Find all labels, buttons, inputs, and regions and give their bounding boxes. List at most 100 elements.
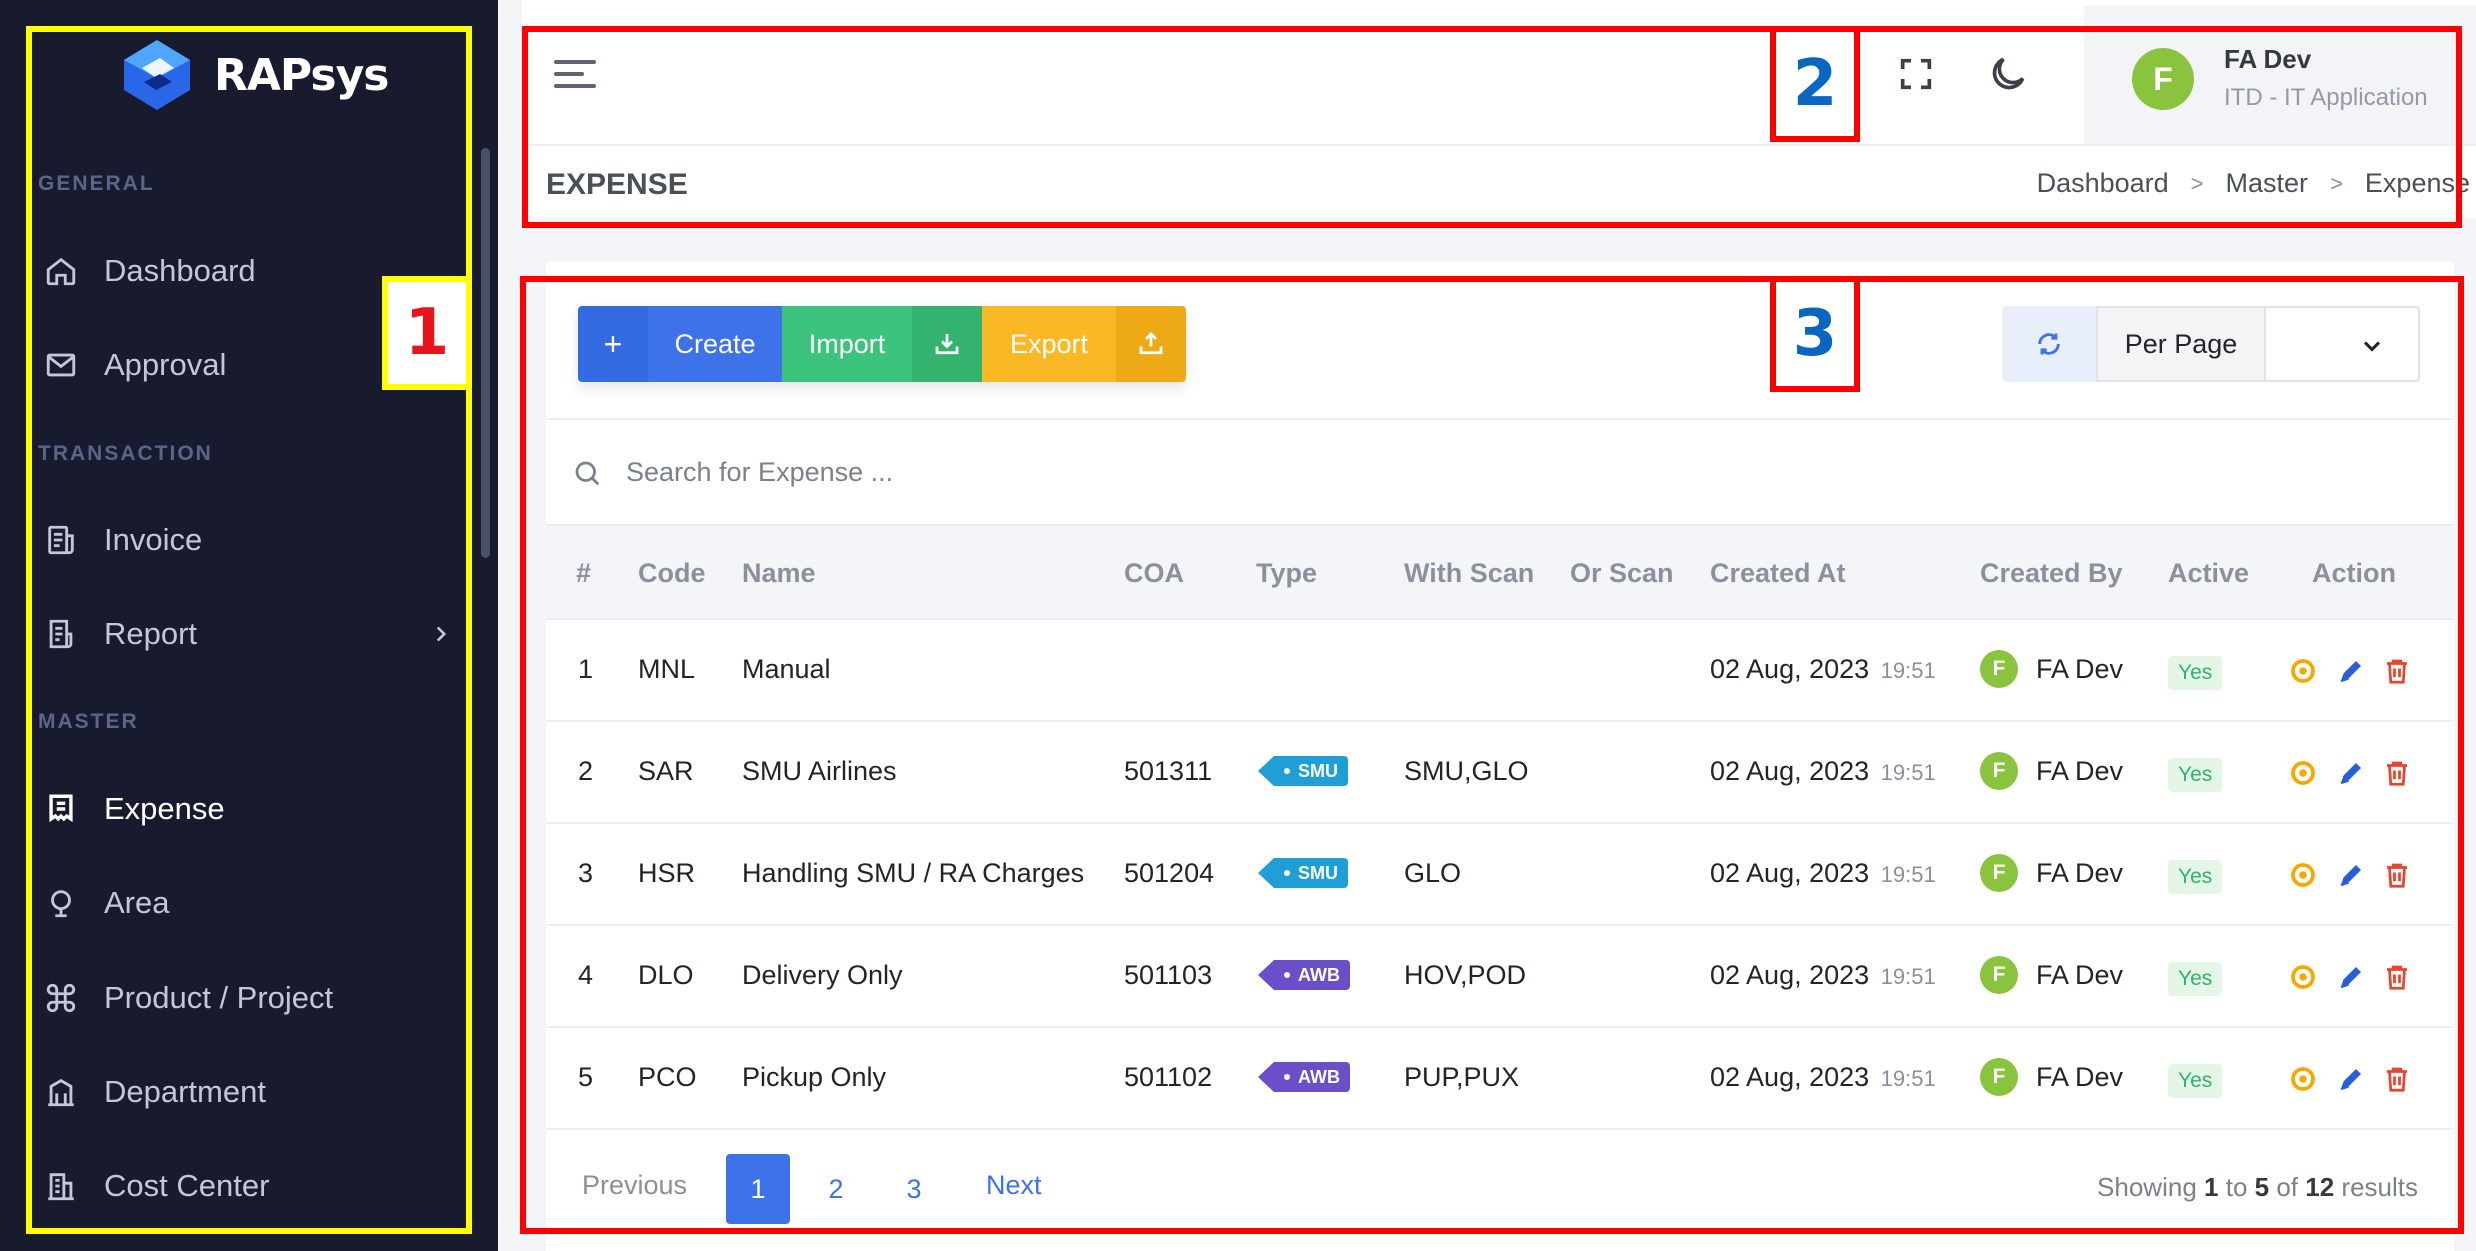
create-button[interactable]: Create — [648, 306, 782, 382]
cell-name: Delivery Only — [742, 960, 903, 990]
results-summary: Showing 1 to 5 of 12 results — [2097, 1172, 2418, 1202]
avatar: F — [1980, 650, 2018, 688]
view-icon[interactable] — [2288, 1064, 2318, 1094]
chevron-right-icon — [436, 626, 447, 642]
table-row[interactable]: 2 SAR SMU Airlines 501311 SMU SMU,GLO 02… — [546, 722, 2454, 824]
cell-with-scan: SMU,GLO — [1404, 756, 1529, 786]
view-icon[interactable] — [2288, 656, 2318, 686]
import-button[interactable]: Import — [782, 306, 912, 382]
next-page-button[interactable]: Next — [986, 1170, 1042, 1201]
created-date: 02 Aug, 2023 — [1710, 858, 1870, 888]
previous-page-button[interactable]: Previous — [582, 1170, 687, 1201]
avatar: F — [1980, 854, 2018, 892]
edit-icon[interactable] — [2336, 962, 2366, 992]
cell-number: 3 — [578, 858, 594, 888]
view-icon[interactable] — [2288, 962, 2318, 992]
cell-coa: 501103 — [1124, 960, 1213, 990]
menu-toggle-icon[interactable] — [554, 56, 598, 92]
created-time: 19:51 — [1880, 862, 1936, 887]
edit-icon[interactable] — [2336, 758, 2366, 788]
cell-created-at: 02 Aug, 2023 19:51 — [1710, 654, 1936, 685]
search-icon — [575, 461, 600, 486]
page-1-button[interactable]: 1 — [726, 1154, 790, 1224]
search-bar — [546, 418, 2454, 524]
cell-created-at: 02 Aug, 2023 19:51 — [1710, 960, 1936, 991]
section-general: GENERAL — [38, 172, 155, 195]
refresh-button[interactable] — [2002, 306, 2096, 382]
import-icon[interactable] — [912, 306, 982, 382]
cell-number: 1 — [578, 654, 594, 684]
cell-name: SMU Airlines — [742, 756, 897, 786]
created-time: 19:51 — [1880, 964, 1936, 989]
building-icon — [48, 1079, 74, 1107]
column-number: # — [576, 558, 592, 588]
header-divider — [522, 144, 2476, 146]
delete-icon[interactable] — [2382, 1064, 2412, 1094]
search-input[interactable] — [626, 444, 2026, 500]
view-icon[interactable] — [2288, 860, 2318, 890]
brand-logo[interactable]: RAPsys — [120, 38, 389, 112]
breadcrumb: Dashboard > Master > Expense — [2037, 168, 2470, 199]
breadcrumb-separator-icon: > — [2190, 170, 2204, 196]
user-name: FA Dev — [2224, 44, 2312, 74]
sidebar-item-label: Dashboard — [104, 253, 256, 288]
delete-icon[interactable] — [2382, 758, 2412, 788]
delete-icon[interactable] — [2382, 656, 2412, 686]
brand-logo-icon — [120, 38, 194, 112]
cell-created-by: FA Dev — [2036, 654, 2124, 684]
sidebar-item-product-project[interactable]: Product / Project — [44, 968, 464, 1028]
create-plus-icon[interactable]: + — [578, 306, 648, 382]
status-badge: Yes — [2168, 656, 2223, 690]
sidebar-item-cost-center[interactable]: Cost Center — [44, 1156, 464, 1216]
column-created-at: Created At — [1710, 558, 1846, 588]
fullscreen-icon[interactable] — [1896, 54, 1936, 94]
table-row[interactable]: 5 PCO Pickup Only 501102 AWB PUP,PUX 02 … — [546, 1028, 2454, 1130]
export-button[interactable]: Export — [982, 306, 1116, 382]
sidebar-item-department[interactable]: Department — [44, 1062, 464, 1122]
type-badge: SMU — [1258, 756, 1348, 786]
status-badge: Yes — [2168, 962, 2223, 996]
cell-number: 5 — [578, 1062, 594, 1092]
page-3-button[interactable]: 3 — [882, 1154, 946, 1224]
created-date: 02 Aug, 2023 — [1710, 960, 1870, 990]
sidebar-item-area[interactable]: Area — [44, 873, 464, 933]
edit-icon[interactable] — [2336, 1064, 2366, 1094]
created-date: 02 Aug, 2023 — [1710, 756, 1870, 786]
export-icon[interactable] — [1116, 306, 1186, 382]
sidebar-item-label: Report — [104, 616, 198, 651]
user-profile-menu[interactable]: F FA Dev ITD - IT Application — [2084, 6, 2476, 144]
edit-icon[interactable] — [2336, 656, 2366, 686]
column-type: Type — [1256, 558, 1318, 588]
cell-name: Handling SMU / RA Charges — [742, 858, 1085, 888]
view-icon[interactable] — [2288, 758, 2318, 788]
type-label: SMU — [1298, 760, 1338, 781]
edit-icon[interactable] — [2336, 860, 2366, 890]
table-row[interactable]: 4 DLO Delivery Only 501103 AWB HOV,POD 0… — [546, 926, 2454, 1028]
sidebar: RAPsys GENERAL TRANSACTION MASTER Dashbo… — [0, 0, 498, 1251]
cell-created-by: FA Dev — [2036, 756, 2124, 786]
avatar: F — [1980, 752, 2018, 790]
column-action: Action — [2312, 558, 2396, 588]
cell-created-at: 02 Aug, 2023 19:51 — [1710, 858, 1936, 889]
brand-name: RAPsys — [214, 49, 389, 101]
sidebar-item-label: Expense — [104, 791, 225, 826]
column-active: Active — [2168, 558, 2250, 588]
sidebar-item-report[interactable]: Report — [44, 604, 464, 664]
breadcrumb-master[interactable]: Master — [2226, 168, 2309, 199]
delete-icon[interactable] — [2382, 962, 2412, 992]
table-row[interactable]: 3 HSR Handling SMU / RA Charges 501204 S… — [546, 824, 2454, 926]
delete-icon[interactable] — [2382, 860, 2412, 890]
top-header: F FA Dev ITD - IT Application EXPENSE Da… — [522, 0, 2476, 218]
status-badge: Yes — [2168, 758, 2223, 792]
sidebar-scrollbar[interactable] — [481, 148, 490, 558]
breadcrumb-dashboard[interactable]: Dashboard — [2037, 168, 2169, 199]
page-2-button[interactable]: 2 — [804, 1154, 868, 1224]
sidebar-item-invoice[interactable]: Invoice — [44, 510, 464, 570]
sidebar-item-label: Area — [104, 885, 170, 920]
action-button-group: + Create Import Export — [578, 306, 1186, 382]
per-page-select[interactable] — [2266, 306, 2420, 382]
sidebar-item-expense[interactable]: Expense — [44, 779, 464, 839]
moon-icon[interactable] — [1986, 52, 2030, 96]
report-icon — [49, 619, 73, 649]
table-row[interactable]: 1 MNL Manual 02 Aug, 2023 19:51 F FA Dev… — [546, 620, 2454, 722]
